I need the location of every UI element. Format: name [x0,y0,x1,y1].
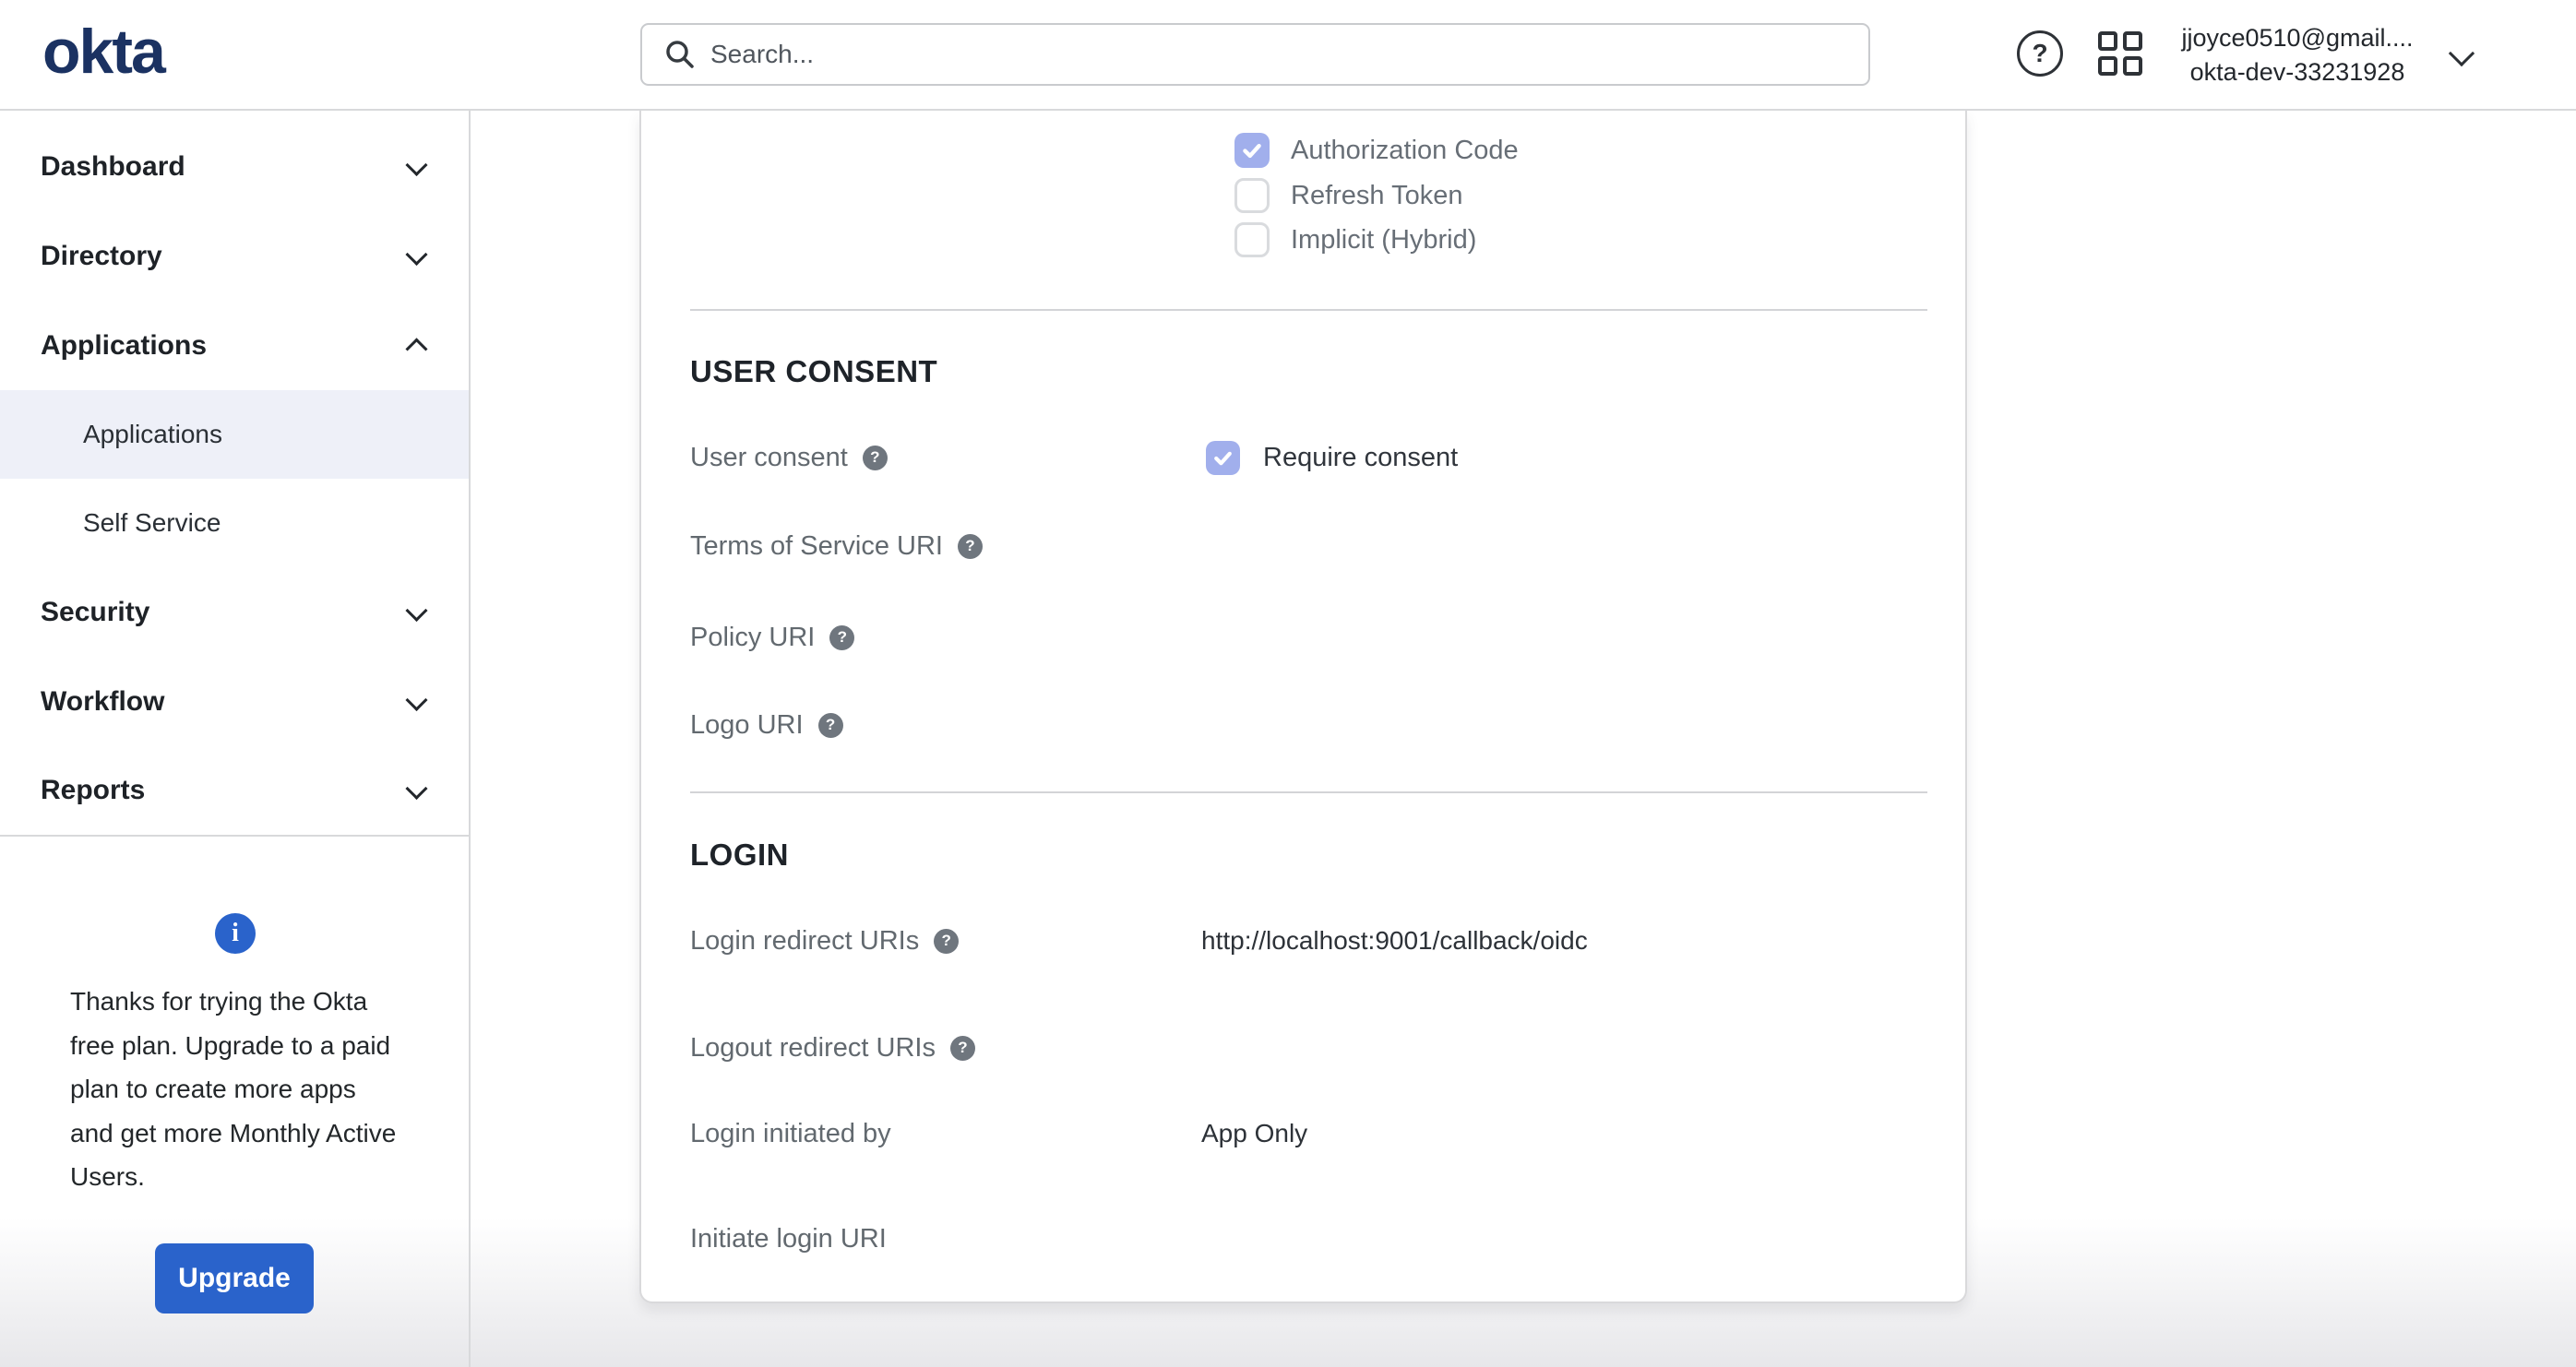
sidebar-item-directory[interactable]: Directory [0,211,469,301]
login-redirect-value: http://localhost:9001/callback/oidc [1201,926,1588,955]
top-header: okta ? jjoyce0510@gmail.... okta-dev-332… [0,0,2576,111]
checkbox-label: Authorization Code [1291,135,1519,165]
apps-grid-icon[interactable] [2096,30,2144,77]
login-section-title: LOGIN [690,838,789,872]
sidebar-item-label: Dashboard [41,150,185,182]
policy-uri-row: Policy URI ? [690,617,855,658]
initiate-login-row: Initiate login URI [690,1218,887,1259]
implicit-hybrid-checkbox[interactable] [1234,222,1270,257]
chevron-down-icon [405,688,428,711]
grant-type-row: Implicit (Hybrid) [1234,220,1476,260]
logo-uri-label: Logo URI [690,709,804,740]
question-help-icon[interactable]: ? [862,445,888,470]
sidebar-item-reports[interactable]: Reports [0,745,469,835]
sidebar-item-applications[interactable]: Applications [0,301,469,390]
account-chevron-down-icon[interactable] [2448,40,2475,67]
chevron-down-icon [405,153,428,176]
global-search[interactable] [640,23,1870,86]
logo-uri-row: Logo URI ? [690,705,843,745]
logout-redirect-label: Logout redirect URIs [690,1032,936,1063]
sidebar-item-label: Directory [41,240,162,271]
section-divider [690,309,1927,311]
policy-uri-label: Policy URI [690,622,816,652]
sidebar-item-workflow[interactable]: Workflow [0,657,469,746]
question-help-icon[interactable]: ? [934,928,960,954]
question-help-icon[interactable]: ? [829,624,855,650]
help-icon[interactable]: ? [2017,30,2063,77]
sidebar-item-security[interactable]: Security [0,567,469,657]
question-help-icon[interactable]: ? [949,1035,975,1061]
require-consent-label: Require consent [1263,442,1459,472]
authorization-code-checkbox[interactable] [1234,133,1270,168]
sidebar-subitem-applications[interactable]: Applications [0,390,469,479]
require-consent-checkbox[interactable] [1206,440,1240,475]
sidebar-item-label: Workflow [41,685,165,717]
sidebar-item-label: Applications [41,329,208,361]
user-consent-label-row: User consent ? [690,437,888,478]
sidebar-divider [0,835,469,837]
upgrade-message: Thanks for trying the Okta free plan. Up… [70,987,397,1191]
question-help-icon[interactable]: ? [817,712,843,738]
sidebar-item-label: Reports [41,774,146,805]
upgrade-button[interactable]: Upgrade [155,1243,314,1314]
login-redirect-label: Login redirect URIs [690,925,920,956]
login-initiated-row: Login initiated by [690,1113,891,1154]
chevron-down-icon [405,777,428,800]
require-consent-row: Require consent [1206,437,1458,478]
sidebar-subitem-self-service[interactable]: Self Service [0,479,469,567]
section-divider [690,791,1927,793]
search-input[interactable] [710,27,1868,82]
user-consent-section-title: USER CONSENT [690,354,938,388]
checkbox-label: Refresh Token [1291,180,1463,210]
sidebar-item-dashboard[interactable]: Dashboard [0,122,469,211]
question-help-icon[interactable]: ? [957,533,983,559]
info-icon: i [215,913,256,954]
app-settings-card: Authorization Code Refresh Token Implici… [639,111,1967,1303]
sidebar-subitem-label: Applications [83,420,222,448]
chevron-up-icon [405,337,428,360]
chevron-down-icon [405,599,428,622]
info-glyph: i [232,919,239,947]
sidebar-nav: Dashboard Directory Applications Applica… [0,111,471,1367]
login-initiated-value: App Only [1201,1119,1308,1147]
initiate-login-label: Initiate login URI [690,1223,887,1254]
checkbox-label: Implicit (Hybrid) [1291,224,1477,255]
grant-type-row: Refresh Token [1234,175,1462,216]
chevron-down-icon [405,243,428,266]
login-redirect-row: Login redirect URIs ? [690,921,960,961]
checkmark-icon [1243,143,1261,159]
logout-redirect-row: Logout redirect URIs ? [690,1028,975,1068]
login-initiated-label: Login initiated by [690,1118,891,1148]
terms-of-service-label: Terms of Service URI [690,530,943,561]
help-glyph: ? [2032,39,2048,67]
refresh-token-checkbox[interactable] [1234,178,1270,213]
sidebar-item-label: Security [41,596,150,627]
sidebar-subitem-label: Self Service [83,508,221,537]
terms-of-service-row: Terms of Service URI ? [690,526,983,566]
user-consent-label: User consent [690,442,848,472]
account-org: okta-dev-33231928 [2189,58,2405,86]
account-email: jjoyce0510@gmail.... [2181,24,2414,52]
checkmark-icon [1214,451,1232,465]
account-menu[interactable]: jjoyce0510@gmail.... okta-dev-33231928 [2159,21,2436,89]
okta-logo[interactable]: okta [42,16,166,88]
search-icon [666,41,694,68]
grant-type-row: Authorization Code [1234,130,1519,171]
